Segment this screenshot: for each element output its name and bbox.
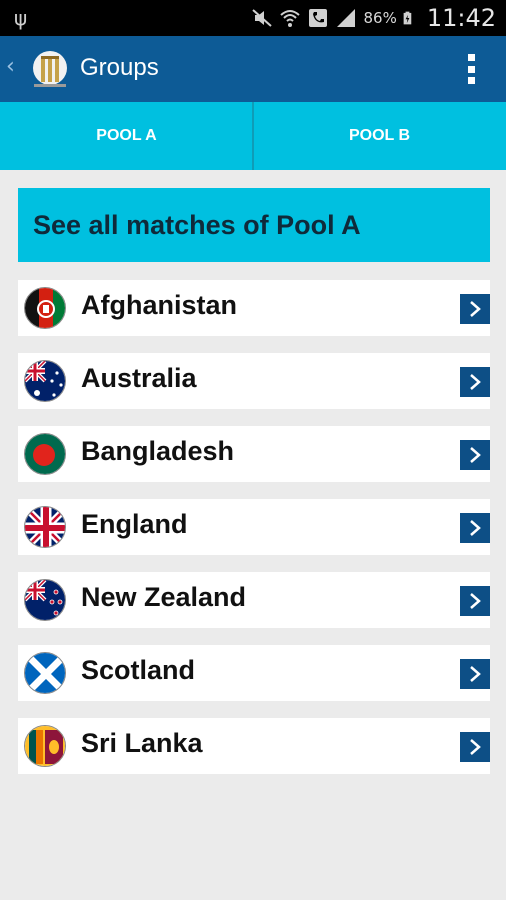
- scotland-flag-icon: [24, 652, 66, 694]
- tab-pool-b[interactable]: POOL B: [253, 102, 506, 170]
- tab-divider: [252, 102, 254, 170]
- chevron-right-icon[interactable]: [460, 294, 490, 324]
- england-flag-icon: [24, 506, 66, 548]
- mute-icon: [252, 9, 273, 27]
- tab-pool-a[interactable]: POOL A: [0, 102, 253, 170]
- australia-flag-icon: [24, 360, 66, 402]
- status-bar: ψ 86% 11:42: [0, 0, 506, 36]
- list-item-england[interactable]: England: [18, 499, 490, 555]
- chevron-right-icon[interactable]: [460, 732, 490, 762]
- back-chevron-icon[interactable]: ‹: [6, 54, 15, 79]
- battery-percent: 86%: [363, 9, 397, 27]
- page-title: Groups: [80, 54, 159, 81]
- list-item-bangladesh[interactable]: Bangladesh: [18, 426, 490, 482]
- clock: 11:42: [426, 4, 496, 32]
- list-item-australia[interactable]: Australia: [18, 353, 490, 409]
- list-item-afghanistan[interactable]: Afghanistan: [18, 280, 490, 336]
- team-name: New Zealand: [81, 582, 247, 612]
- new-zealand-flag-icon: [24, 579, 66, 621]
- chevron-right-icon[interactable]: [460, 659, 490, 689]
- chevron-right-icon[interactable]: [460, 367, 490, 397]
- chevron-right-icon[interactable]: [460, 440, 490, 470]
- wifi-icon: [280, 10, 301, 27]
- see-all-matches-button[interactable]: See all matches of Pool A: [18, 188, 490, 262]
- afghanistan-flag-icon: [24, 287, 66, 329]
- battery-icon: [403, 11, 412, 25]
- chevron-right-icon[interactable]: [460, 513, 490, 543]
- list-item-scotland[interactable]: Scotland: [18, 645, 490, 701]
- overflow-menu-icon[interactable]: [468, 54, 476, 84]
- bangladesh-flag-icon: [24, 433, 66, 475]
- team-name: Scotland: [81, 655, 196, 685]
- team-name: Sri Lanka: [81, 728, 203, 758]
- team-name: Australia: [81, 363, 197, 393]
- list-item-sri-lanka[interactable]: Sri Lanka: [18, 718, 490, 774]
- team-name: Afghanistan: [81, 290, 238, 320]
- usb-icon: ψ: [14, 6, 28, 30]
- phone-icon: [309, 9, 328, 27]
- team-name: Bangladesh: [81, 436, 235, 466]
- app-bar: ‹ Groups: [0, 36, 506, 102]
- status-icons: 86% 11:42: [251, 0, 496, 36]
- cricket-stumps-logo-icon[interactable]: [30, 48, 70, 90]
- signal-icon: [337, 9, 356, 27]
- sri-lanka-flag-icon: [24, 725, 66, 767]
- chevron-right-icon[interactable]: [460, 586, 490, 616]
- team-list: Afghanistan Australia Bangladesh England…: [18, 280, 490, 791]
- list-item-new-zealand[interactable]: New Zealand: [18, 572, 490, 628]
- pool-tabs: POOL A POOL B: [0, 102, 506, 170]
- team-name: England: [81, 509, 188, 539]
